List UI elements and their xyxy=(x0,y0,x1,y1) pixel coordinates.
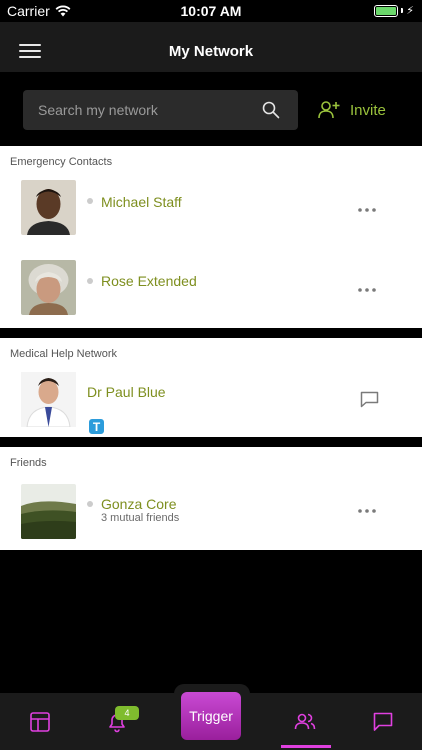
emergency-contacts-section: Emergency Contacts Michael Staff Rose Ex… xyxy=(0,146,422,328)
contact-name: Rose Extended xyxy=(101,273,197,289)
chat-icon[interactable] xyxy=(372,711,394,733)
avatar: T xyxy=(21,372,105,435)
avatar xyxy=(21,484,76,539)
section-title: Friends xyxy=(10,457,47,469)
status-dot xyxy=(87,278,93,284)
contact-row[interactable]: Rose Extended xyxy=(0,260,422,330)
active-tab-indicator xyxy=(281,745,331,748)
medical-help-section: Medical Help Network T Dr Paul Blue xyxy=(0,338,422,437)
charging-icon: ⚡ xyxy=(406,5,414,17)
search-input[interactable] xyxy=(38,90,258,130)
status-time: 10:07 AM xyxy=(180,3,242,19)
people-icon[interactable] xyxy=(294,711,316,733)
navigation-bar: My Network xyxy=(0,22,422,72)
battery-indicator: ⚡ xyxy=(374,4,414,17)
invite-button[interactable]: Invite xyxy=(318,100,386,120)
search-icon[interactable] xyxy=(262,101,280,119)
trigger-button[interactable]: Trigger xyxy=(181,692,241,740)
contact-name: Gonza Core xyxy=(101,496,177,512)
add-person-icon xyxy=(318,101,340,119)
status-dot xyxy=(87,198,93,204)
contact-row[interactable]: Michael Staff xyxy=(0,180,422,250)
message-icon[interactable] xyxy=(360,391,379,408)
friends-section: Friends Gonza Core 3 mutual friends xyxy=(0,447,422,550)
status-dot xyxy=(87,501,93,507)
invite-label: Invite xyxy=(350,101,386,119)
status-bar: Carrier 10:07 AM ⚡ xyxy=(0,0,422,22)
avatar xyxy=(21,260,76,315)
search-row: Invite xyxy=(0,72,422,146)
search-box[interactable] xyxy=(23,90,298,130)
notification-count-badge: 4 xyxy=(115,706,139,720)
section-title: Medical Help Network xyxy=(10,348,117,360)
verified-badge: T xyxy=(88,418,105,435)
more-options-icon[interactable] xyxy=(358,288,376,292)
contact-name: Michael Staff xyxy=(101,194,182,210)
page-title: My Network xyxy=(168,43,254,60)
mutual-friends-count: 3 mutual friends xyxy=(101,512,180,524)
battery-icon xyxy=(374,4,399,17)
avatar xyxy=(21,180,76,235)
dashboard-icon[interactable] xyxy=(29,711,51,733)
more-options-icon[interactable] xyxy=(358,208,376,212)
contact-row[interactable]: T Dr Paul Blue xyxy=(0,372,422,442)
contact-row[interactable]: Gonza Core 3 mutual friends xyxy=(0,484,422,554)
section-title: Emergency Contacts xyxy=(10,156,113,168)
contact-name: Dr Paul Blue xyxy=(87,384,166,400)
more-options-icon[interactable] xyxy=(358,509,376,513)
